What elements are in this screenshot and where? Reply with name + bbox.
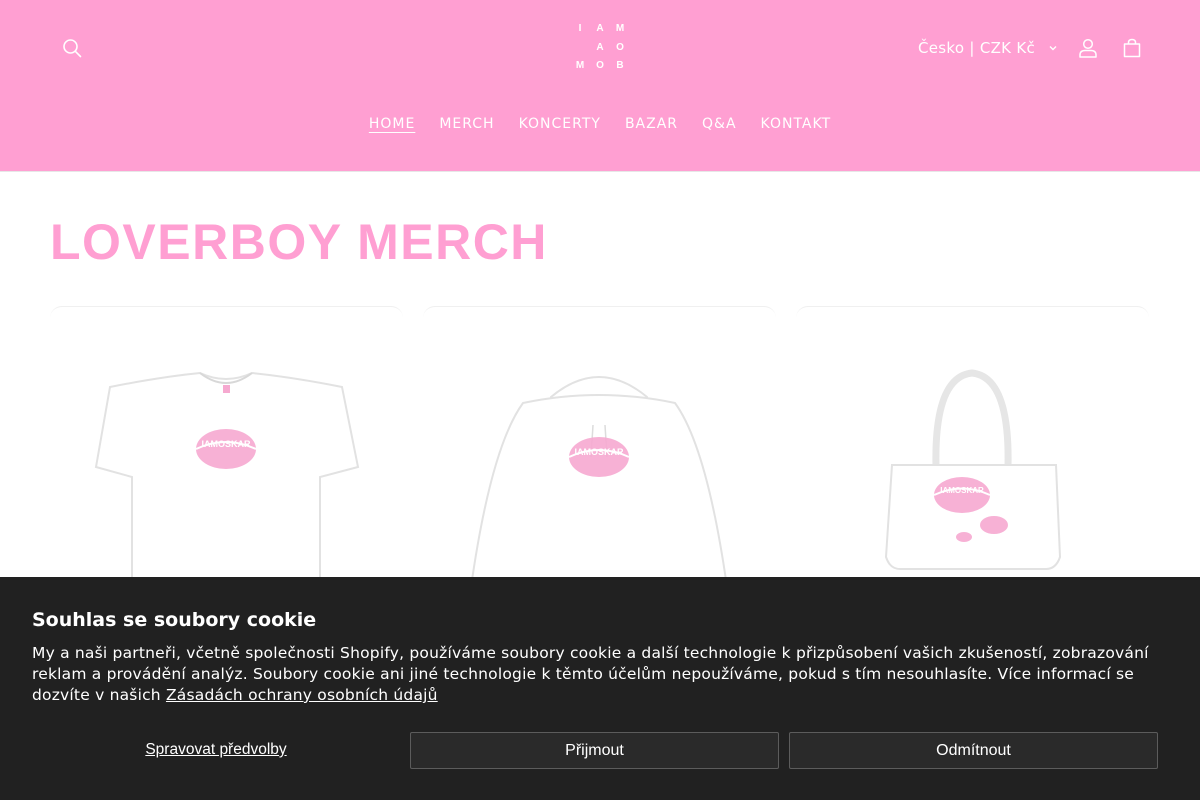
search-button[interactable] [50, 26, 94, 70]
print-text: IAMOSKAR [940, 486, 984, 495]
search-icon [63, 39, 82, 58]
logo-letter: O [596, 60, 604, 72]
logo-letter: O [616, 41, 624, 53]
cart-button[interactable] [1110, 26, 1154, 70]
accept-button[interactable]: Přijmout [410, 732, 779, 769]
account-button[interactable] [1066, 26, 1110, 70]
cookie-banner: Souhlas se soubory cookie My a naši part… [0, 577, 1200, 800]
main-nav: HOME MERCH KONCERTY BAZAR Q&A KONTAKT [0, 112, 1200, 136]
user-icon [1079, 38, 1097, 58]
logo-letter: A [596, 41, 604, 53]
print-text: IAMOSKAR [202, 439, 251, 449]
nav-merch[interactable]: MERCH [427, 112, 506, 136]
nav-qa[interactable]: Q&A [690, 112, 749, 136]
privacy-policy-link[interactable]: Zásadách ochrany osobních údajů [166, 686, 438, 704]
logo-letter: B [616, 60, 624, 72]
cookie-text: My a naši partneři, včetně společnosti S… [32, 643, 1168, 706]
nav-home[interactable]: HOME [357, 112, 427, 136]
locale-label: Česko | CZK Kč [918, 39, 1036, 57]
logo-letter: A [596, 23, 604, 34]
logo-letter: M [615, 23, 625, 34]
chevron-down-icon [1047, 42, 1059, 54]
site-logo[interactable]: I A M A O M O B [570, 20, 630, 76]
decline-button[interactable]: Odmítnout [789, 732, 1158, 769]
nav-koncerty[interactable]: KONCERTY [507, 112, 613, 136]
bag-icon [1123, 38, 1141, 58]
logo-letter: M [575, 60, 585, 72]
page-title: LOVERBOY MERCH [50, 214, 548, 270]
logo-letter [570, 39, 590, 58]
logo-letter: I [578, 23, 582, 34]
nav-kontakt[interactable]: KONTAKT [749, 112, 844, 136]
print-text: IAMOSKAR [575, 447, 624, 457]
nav-bazar[interactable]: BAZAR [613, 112, 690, 136]
cookie-title: Souhlas se soubory cookie [32, 609, 317, 631]
site-header: I A M A O M O B Česko | CZK Kč HOME MERC… [0, 0, 1200, 172]
locale-selector[interactable]: Česko | CZK Kč [918, 34, 1059, 62]
manage-preferences-link[interactable]: Spravovat předvolby [32, 732, 400, 768]
